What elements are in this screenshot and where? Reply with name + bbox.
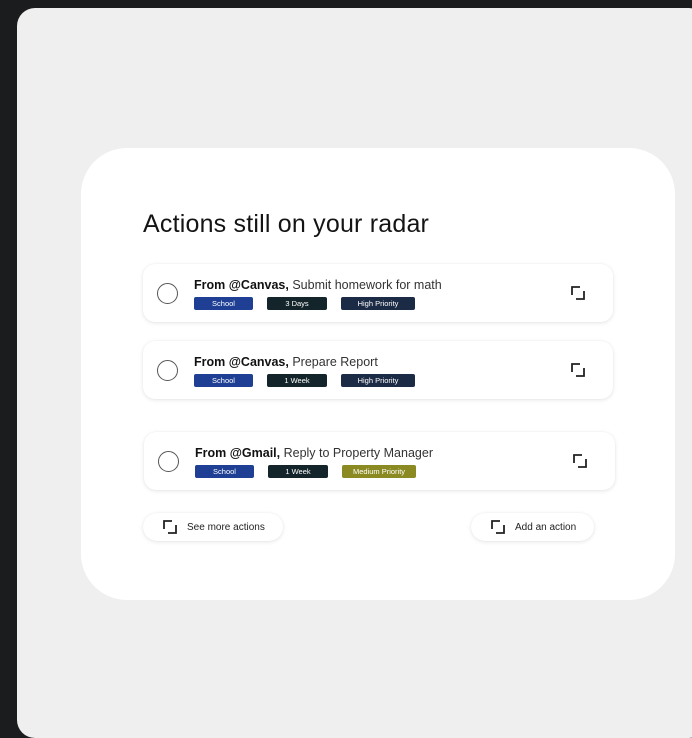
complete-radio[interactable] <box>158 451 179 472</box>
action-item[interactable]: From @Canvas, Prepare Report School 1 We… <box>143 341 613 399</box>
tag-group: School 3 Days High Priority <box>194 297 429 310</box>
add-action-label: Add an action <box>515 521 577 533</box>
complete-radio[interactable] <box>157 360 178 381</box>
action-item[interactable]: From @Gmail, Reply to Property Manager S… <box>144 432 615 490</box>
see-more-actions-button[interactable]: See more actions <box>143 513 283 541</box>
expand-corner-icon[interactable] <box>571 286 585 300</box>
action-source: From @Canvas, <box>194 355 289 369</box>
actions-card: Actions still on your radar From @Canvas… <box>81 148 675 600</box>
add-action-button[interactable]: Add an action <box>471 513 595 541</box>
time-tag: 1 Week <box>268 465 328 478</box>
action-description: Reply to Property Manager <box>280 446 433 460</box>
priority-tag: High Priority <box>341 374 415 387</box>
expand-corner-icon <box>163 520 177 534</box>
tag-group: School 1 Week Medium Priority <box>195 465 430 478</box>
tag-group: School 1 Week High Priority <box>194 374 429 387</box>
action-description: Submit homework for math <box>288 278 442 292</box>
complete-radio[interactable] <box>157 283 178 304</box>
card-title: Actions still on your radar <box>143 210 430 238</box>
expand-corner-icon[interactable] <box>573 454 587 468</box>
action-source: From @Gmail, <box>195 446 281 460</box>
action-source: From @Canvas, <box>194 278 289 292</box>
action-item[interactable]: From @Canvas, Submit homework for math S… <box>143 264 613 322</box>
category-tag: School <box>194 374 253 387</box>
action-description: Prepare Report <box>288 355 378 369</box>
expand-corner-icon <box>491 520 505 534</box>
priority-tag: Medium Priority <box>342 465 416 478</box>
time-tag: 3 Days <box>267 297 327 310</box>
category-tag: School <box>195 465 254 478</box>
action-text: From @Canvas, Submit homework for math <box>194 278 442 292</box>
action-text: From @Canvas, Prepare Report <box>194 355 378 369</box>
category-tag: School <box>194 297 253 310</box>
expand-corner-icon[interactable] <box>571 363 585 377</box>
action-text: From @Gmail, Reply to Property Manager <box>195 446 433 460</box>
app-frame: Actions still on your radar From @Canvas… <box>17 8 692 738</box>
time-tag: 1 Week <box>267 374 327 387</box>
see-more-label: See more actions <box>187 521 265 533</box>
priority-tag: High Priority <box>341 297 415 310</box>
